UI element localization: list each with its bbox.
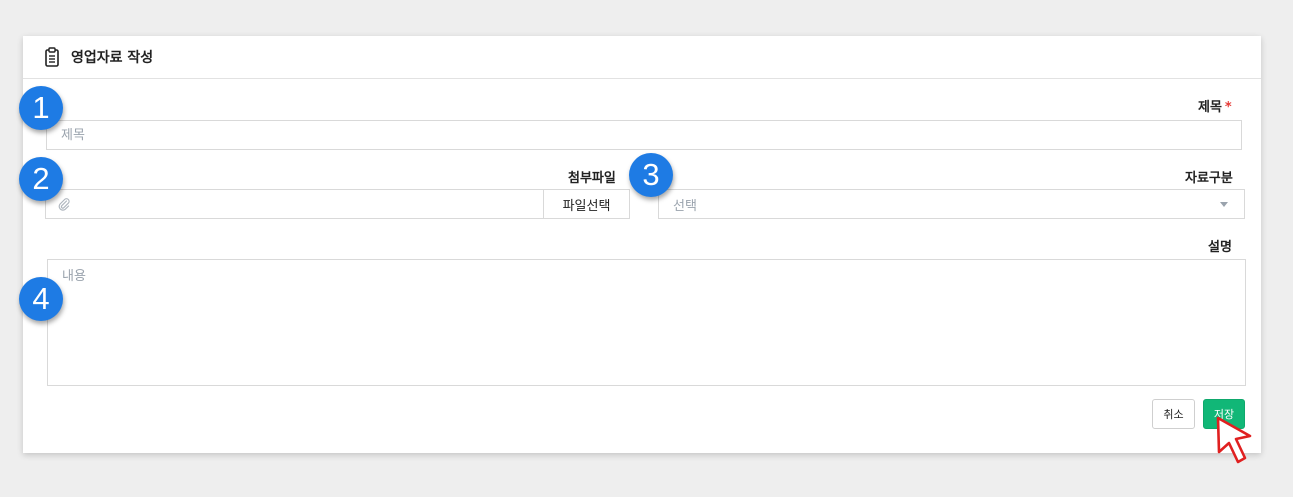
cancel-button[interactable]: 취소 (1152, 399, 1195, 429)
category-select[interactable]: 선택 (658, 189, 1245, 219)
description-textarea[interactable] (47, 259, 1246, 386)
file-name (82, 190, 543, 218)
title-input[interactable] (46, 120, 1242, 150)
file-select-button[interactable]: 파일선택 (543, 190, 629, 218)
attachment-label: 첨부파일 (568, 171, 616, 186)
page-title: 영업자료 작성 (71, 50, 154, 66)
title-label: 제목 * (1198, 100, 1232, 115)
description-label: 설명 (1208, 240, 1232, 255)
callout-badge-3: 3 (629, 153, 673, 197)
file-input[interactable]: 파일선택 (45, 189, 630, 219)
required-mark: * (1224, 100, 1232, 115)
clipboard-icon (45, 47, 59, 67)
category-selected-value: 선택 (673, 198, 697, 214)
pointer-cursor-icon (1216, 416, 1252, 464)
chevron-down-icon (1220, 201, 1228, 207)
sales-material-form-card: 영업자료 작성 제목* 첨부파일 파일선택 자료구분 선택 설명 취소 저장 (23, 36, 1261, 453)
callout-badge-4: 4 (19, 277, 63, 321)
category-label: 자료구분 (1185, 171, 1233, 186)
callout-badge-1: 1 (19, 86, 63, 130)
card-header: 영업자료 작성 (23, 36, 1261, 79)
callout-badge-2: 2 (19, 157, 63, 201)
